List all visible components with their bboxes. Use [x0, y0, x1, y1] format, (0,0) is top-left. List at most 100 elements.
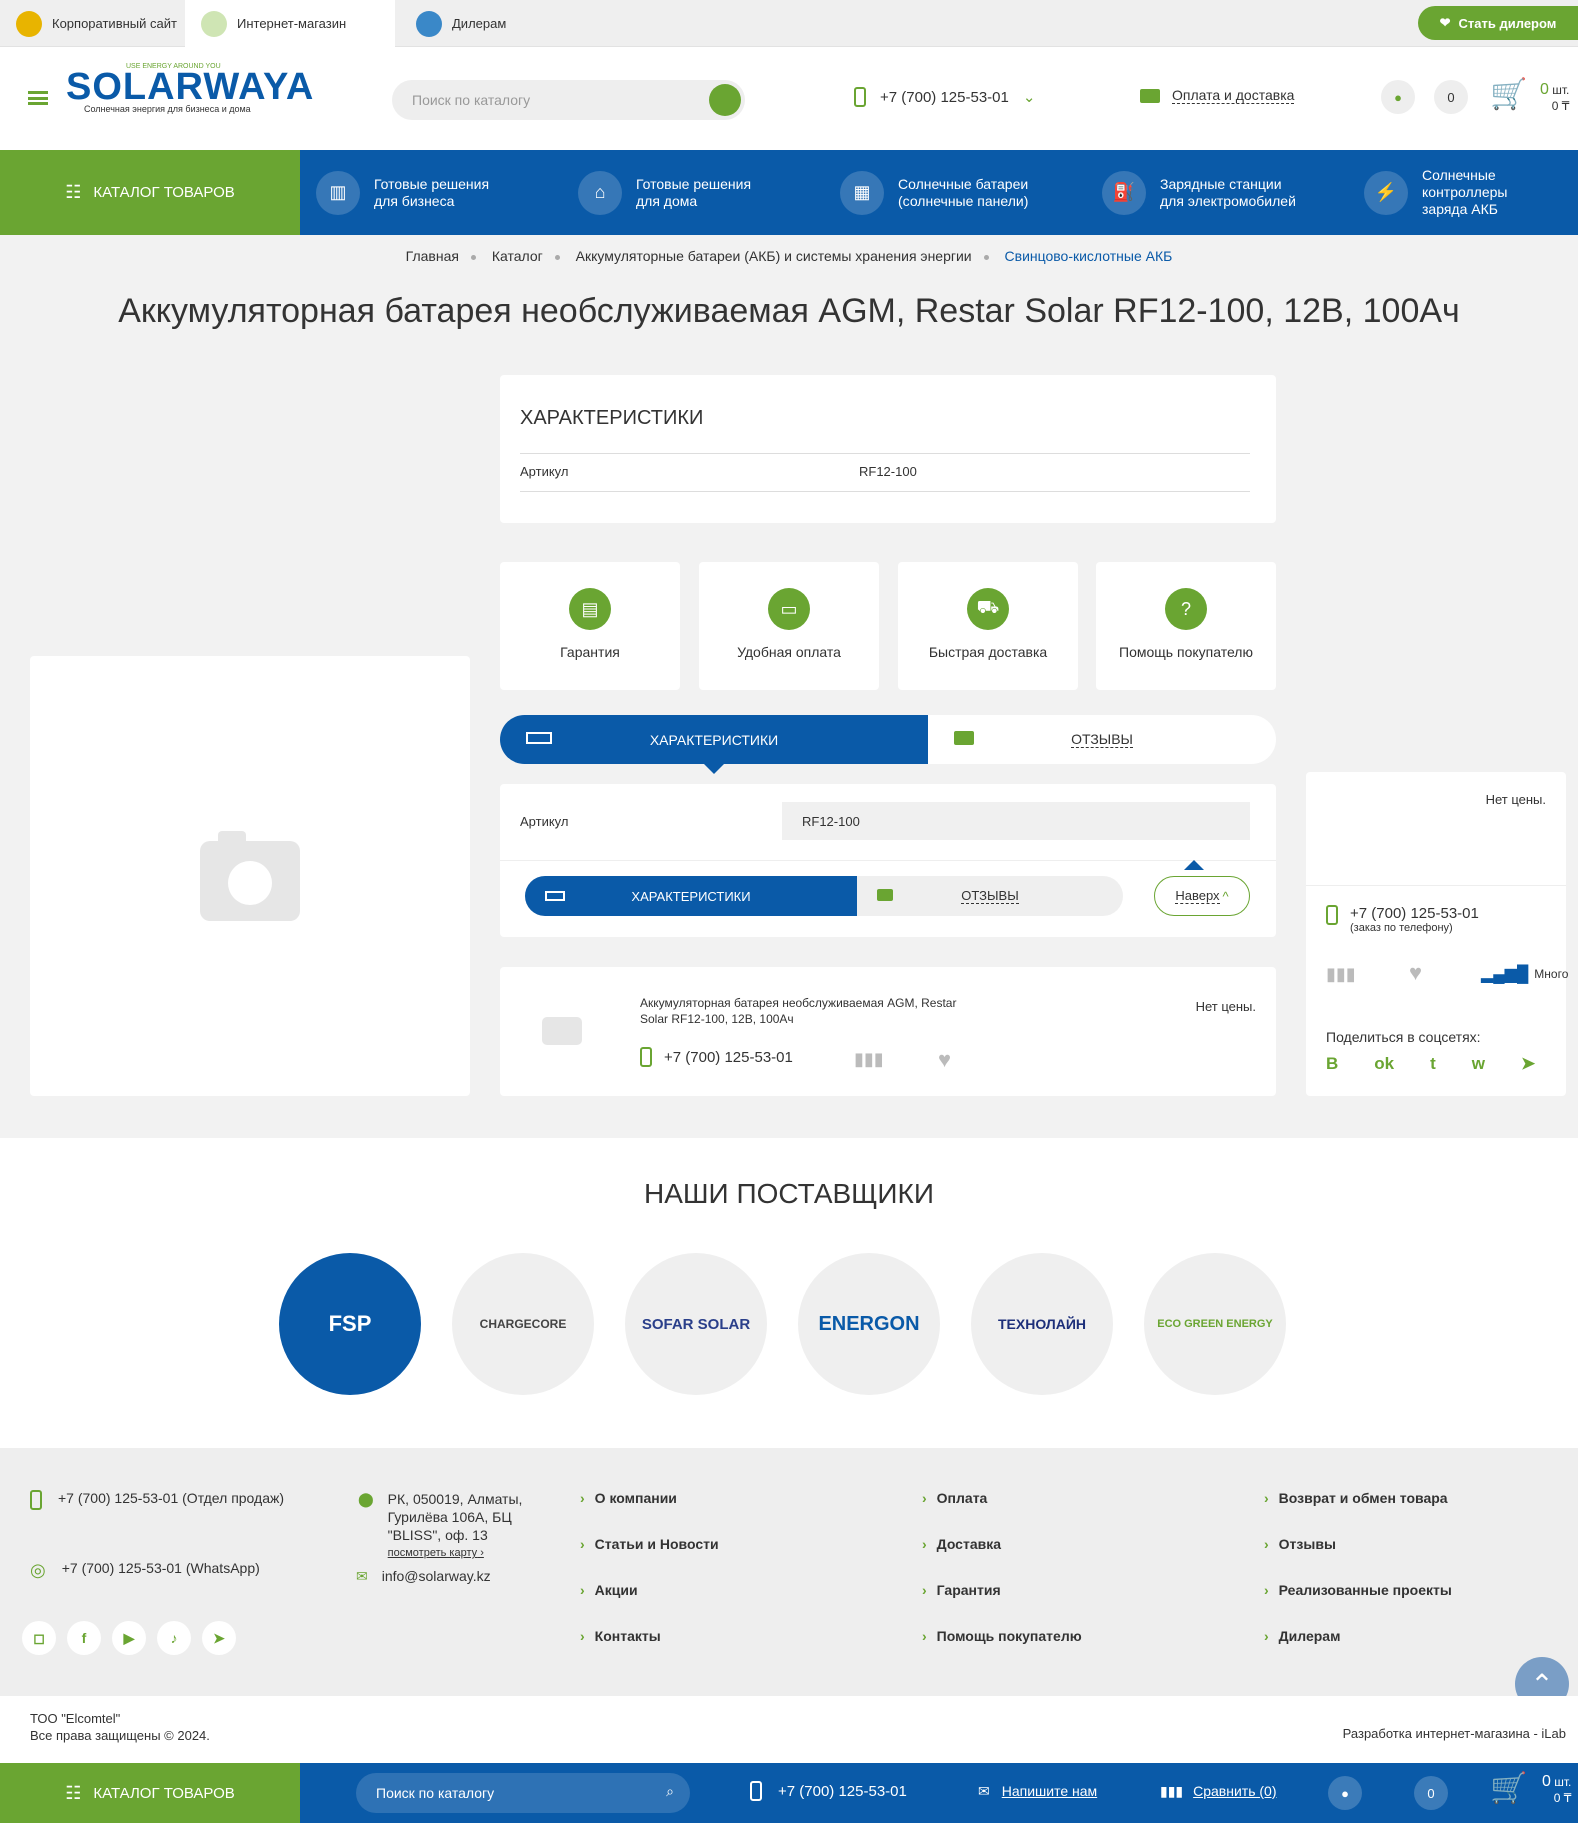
breadcrumb-home[interactable]: Главная [406, 248, 459, 264]
footer-email[interactable]: ✉ info@solarway.kz [356, 1568, 491, 1585]
youtube-icon[interactable]: ▶ [112, 1621, 146, 1655]
mini-product-name[interactable]: Аккумуляторная батарея необслуживаемая A… [640, 995, 956, 1027]
chevron-up-icon: ^ [1222, 888, 1229, 904]
search-icon[interactable]: ⌕ [666, 1783, 674, 1800]
footer-link[interactable]: Акции [580, 1582, 719, 1598]
grid-icon: ☷ [65, 182, 82, 202]
nav-item-home[interactable]: ⌂ Готовые решения для дома [578, 150, 751, 235]
document-icon: ▤ [569, 588, 611, 630]
ok-icon[interactable]: ok [1374, 1054, 1394, 1074]
map-link[interactable]: посмотреть карту › [388, 1544, 523, 1562]
sticky-tab-specs[interactable]: Характеристики [525, 876, 857, 916]
footer-link[interactable]: Отзывы [1264, 1536, 1452, 1552]
menu-icon[interactable] [28, 91, 48, 105]
bottom-search-input[interactable]: Поиск по каталогу ⌕ [356, 1773, 690, 1813]
bottom-phone[interactable]: +7 (700) 125-53-01 [750, 1781, 907, 1801]
side-price: Нет цены. [1485, 792, 1546, 807]
write-us-link[interactable]: ✉ Напишите нам [978, 1783, 1097, 1800]
supplier-logo[interactable]: ECO GREEN ENERGY [1144, 1253, 1286, 1395]
tiktok-icon[interactable]: ♪ [157, 1621, 191, 1655]
footer-col-1: О компании Статьи и Новости Акции Контак… [580, 1490, 719, 1644]
bottom-favorites-button[interactable]: 0 [1414, 1776, 1448, 1810]
footer-whatsapp-phone[interactable]: ◎ +7 (700) 125-53-01 (WhatsApp) [30, 1560, 260, 1581]
delivery-link[interactable]: Оплата и доставка [1140, 87, 1295, 104]
mini-phone[interactable]: +7 (700) 125-53-01 [640, 1047, 793, 1067]
footer-link[interactable]: Доставка [922, 1536, 1082, 1552]
supplier-logo[interactable]: SOFAR SOLAR [625, 1253, 767, 1395]
footer-link[interactable]: Оплата [922, 1490, 1082, 1506]
cart-summary[interactable]: 0 шт. 0 ₸ [1540, 81, 1569, 113]
sticky-tab-reviews[interactable]: Отзывы [857, 876, 1123, 916]
tab-specs[interactable]: Характеристики [500, 715, 928, 764]
tab-dealers[interactable]: Дилерам [400, 0, 522, 47]
suppliers-heading: НАШИ ПОСТАВЩИКИ [644, 1178, 934, 1209]
specs-card: Характеристики Артикул RF12-100 [500, 375, 1276, 523]
feature-warranty[interactable]: ▤ Гарантия [500, 562, 680, 690]
nav-item-solar-panels[interactable]: ▦ Солнечные батареи (солнечные панели) [840, 150, 1028, 235]
grid-icon: ☷ [65, 1782, 82, 1803]
tab-reviews[interactable]: Отзывы [928, 715, 1276, 764]
spec-label: Артикул [520, 464, 569, 479]
compare-link[interactable]: ▮▮▮ Сравнить (0) [1160, 1783, 1277, 1800]
product-image[interactable] [30, 656, 470, 1096]
card-icon [1140, 88, 1160, 103]
chat-icon [954, 731, 974, 745]
nav-item-controllers[interactable]: ⚡ Солнечные контроллеры заряда АКБ [1364, 150, 1507, 235]
signal-bars-icon: ▂▄▆█ [1481, 966, 1529, 983]
catalog-button[interactable]: ☷ Каталог товаров [0, 150, 300, 235]
telegram-icon[interactable]: ➤ [1521, 1054, 1535, 1074]
nav-item-business[interactable]: ▥ Готовые решения для бизнеса [316, 150, 489, 235]
footer-link[interactable]: Контакты [580, 1628, 719, 1644]
feature-delivery[interactable]: ⛟ Быстрая доставка [898, 562, 1078, 690]
breadcrumb-current[interactable]: Свинцово-кислотные АКБ [1005, 248, 1173, 264]
footer-link[interactable]: Дилерам [1264, 1628, 1452, 1644]
breadcrumb-catalog[interactable]: Каталог [492, 248, 543, 264]
cart-icon[interactable]: 🛒 [1490, 77, 1530, 117]
cart-icon[interactable]: 🛒 [1490, 1771, 1527, 1806]
telegram-icon[interactable]: ➤ [202, 1621, 236, 1655]
footer-link[interactable]: Статьи и Новости [580, 1536, 719, 1552]
footer-sales-phone[interactable]: +7 (700) 125-53-01 (Отдел продаж) [30, 1490, 284, 1510]
vk-icon[interactable]: В [1326, 1054, 1338, 1074]
bottom-catalog-button[interactable]: ☷ Каталог товаров [0, 1763, 300, 1823]
heart-icon[interactable]: ♥ [1409, 960, 1422, 986]
supplier-logo[interactable]: FSP [279, 1253, 421, 1395]
search-input[interactable]: Поиск по каталогу [392, 80, 745, 120]
whatsapp-icon[interactable]: w [1472, 1054, 1485, 1074]
rights-text: Все права защищены © 2024. [30, 1728, 210, 1743]
instagram-icon[interactable]: ◻ [22, 1621, 56, 1655]
footer-link[interactable]: Возврат и обмен товара [1264, 1490, 1452, 1506]
supplier-logo[interactable]: ENERGON [798, 1253, 940, 1395]
feature-help[interactable]: ? Помощь покупателю [1096, 562, 1276, 690]
footer-link[interactable]: О компании [580, 1490, 719, 1506]
footer: +7 (700) 125-53-01 (Отдел продаж) ◎ +7 (… [0, 1448, 1578, 1696]
search-icon[interactable] [709, 84, 741, 116]
footer-link[interactable]: Реализованные проекты [1264, 1582, 1452, 1598]
compare-icon[interactable]: ▮▮▮ [854, 1049, 884, 1070]
bottom-account-button[interactable]: ● [1328, 1776, 1362, 1810]
tab-online-store[interactable]: Интернет-магазин [185, 0, 395, 47]
side-phone[interactable]: +7 (700) 125-53-01 (заказ по телефону) [1326, 905, 1479, 934]
heart-icon[interactable]: ♥ [938, 1047, 951, 1073]
facebook-icon[interactable]: f [67, 1621, 101, 1655]
twitter-icon[interactable]: t [1430, 1054, 1436, 1074]
bottom-cart-summary[interactable]: 0 шт. 0 ₸ [1542, 1773, 1571, 1805]
account-button[interactable]: ● [1381, 80, 1415, 114]
become-dealer-button[interactable]: ❤ Стать дилером [1418, 6, 1578, 40]
product-tabs: Характеристики Отзывы [500, 715, 1276, 764]
nav-item-ev-chargers[interactable]: ⛽ Зарядные станции для электромобилей [1102, 150, 1296, 235]
footer-link[interactable]: Гарантия [922, 1582, 1082, 1598]
header-phone[interactable]: +7 (700) 125-53-01 ⌄ [854, 87, 1035, 107]
footer-link[interactable]: Помощь покупателю [922, 1628, 1082, 1644]
suppliers-section: НАШИ ПОСТАВЩИКИ FSP CHARGECORE SOFAR SOL… [0, 1138, 1578, 1448]
supplier-logo[interactable]: ТЕХНОЛАЙН [971, 1253, 1113, 1395]
scroll-up-link[interactable]: Наверх ^ [1154, 876, 1250, 916]
developer-link[interactable]: Разработка интернет-магазина - iLab [1343, 1726, 1566, 1741]
favorites-button[interactable]: 0 [1434, 80, 1468, 114]
supplier-logo[interactable]: CHARGECORE [452, 1253, 594, 1395]
breadcrumb-batteries[interactable]: Аккумуляторные батареи (АКБ) и системы х… [576, 248, 972, 264]
logo[interactable]: USE ENERGY AROUND YOU SOLARWAYA Солнечна… [66, 63, 314, 114]
tab-corporate-site[interactable]: Корпоративный сайт [0, 0, 193, 47]
feature-payment[interactable]: ▭ Удобная оплата [699, 562, 879, 690]
compare-icon[interactable]: ▮▮▮ [1326, 964, 1356, 985]
